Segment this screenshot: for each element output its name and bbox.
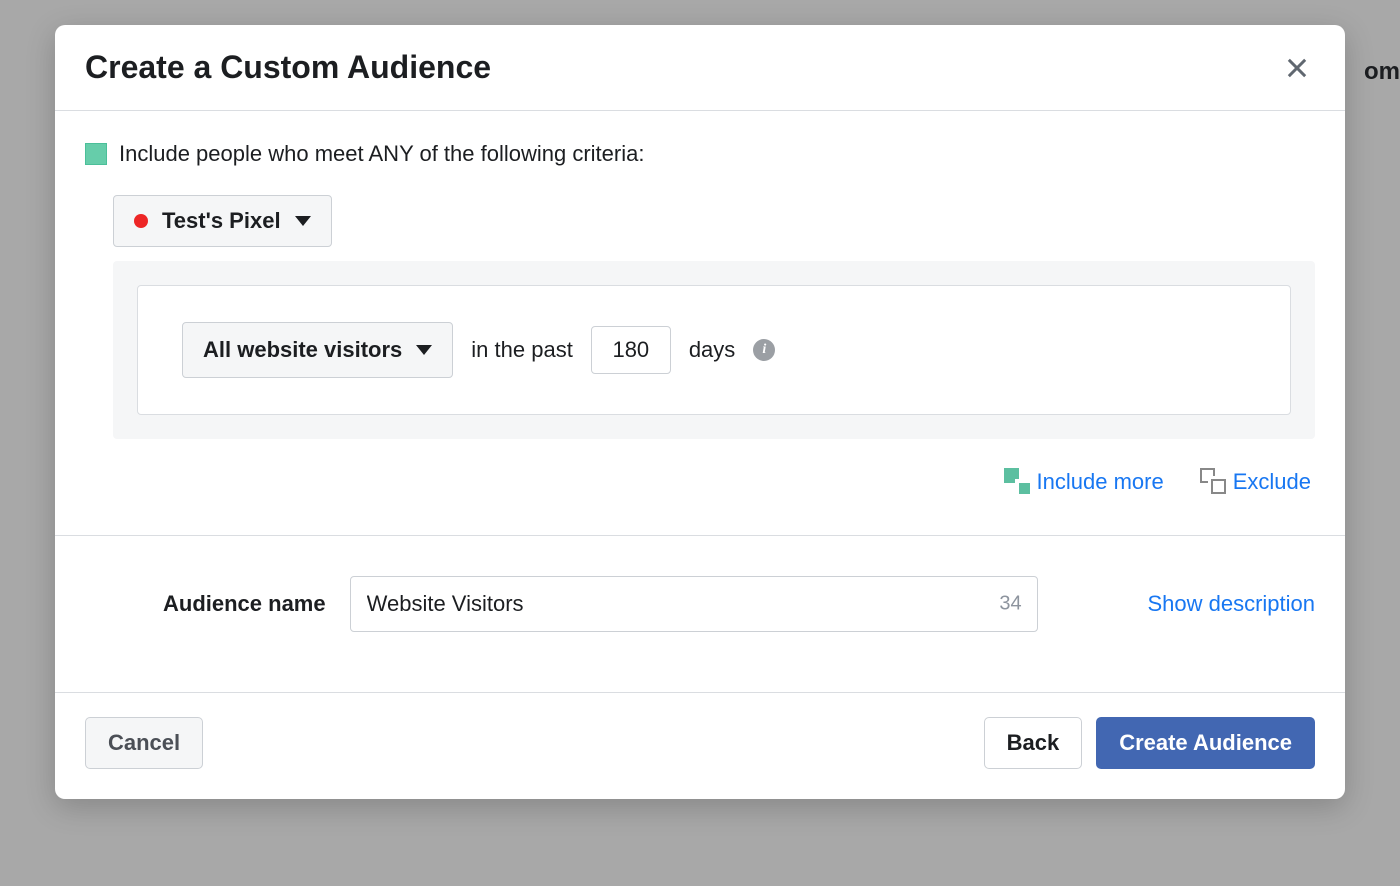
criteria-include-icon xyxy=(85,143,107,165)
modal-footer: Cancel Back Create Audience xyxy=(55,693,1345,799)
criteria-header: Include people who meet ANY of the follo… xyxy=(85,141,1315,167)
modal-title: Create a Custom Audience xyxy=(85,49,491,86)
create-audience-button[interactable]: Create Audience xyxy=(1096,717,1315,769)
visitors-dropdown[interactable]: All website visitors xyxy=(182,322,453,378)
include-more-icon xyxy=(1008,472,1028,492)
chevron-down-icon xyxy=(295,216,311,226)
back-button[interactable]: Back xyxy=(984,717,1083,769)
footer-right-buttons: Back Create Audience xyxy=(984,717,1315,769)
include-more-link[interactable]: Include more xyxy=(1008,469,1164,495)
past-label: in the past xyxy=(471,337,573,363)
visitors-dropdown-label: All website visitors xyxy=(203,337,402,363)
criteria-container: All website visitors in the past days i xyxy=(113,261,1315,439)
days-label: days xyxy=(689,337,735,363)
modal-header: Create a Custom Audience xyxy=(55,25,1345,111)
criteria-header-text: Include people who meet ANY of the follo… xyxy=(119,141,644,167)
exclude-link[interactable]: Exclude xyxy=(1204,469,1311,495)
pixel-dropdown[interactable]: Test's Pixel xyxy=(113,195,332,247)
info-icon[interactable]: i xyxy=(753,339,775,361)
audience-name-input[interactable] xyxy=(350,576,1038,632)
audience-name-label: Audience name xyxy=(163,591,326,617)
backdrop-partial-text: om xyxy=(1364,58,1400,86)
pixel-status-dot-icon xyxy=(134,214,148,228)
audience-name-input-wrap: 34 xyxy=(350,576,1038,632)
action-links-row: Include more Exclude xyxy=(85,469,1315,495)
show-description-link[interactable]: Show description xyxy=(1147,591,1315,617)
criteria-rule-row: All website visitors in the past days i xyxy=(137,285,1291,415)
pixel-dropdown-label: Test's Pixel xyxy=(162,208,281,234)
exclude-icon xyxy=(1204,472,1224,492)
close-button[interactable] xyxy=(1279,50,1315,86)
cancel-button[interactable]: Cancel xyxy=(85,717,203,769)
days-input[interactable] xyxy=(591,326,671,374)
modal-body: Include people who meet ANY of the follo… xyxy=(55,111,1345,536)
include-more-label: Include more xyxy=(1037,469,1164,495)
close-icon xyxy=(1283,54,1311,82)
exclude-label: Exclude xyxy=(1233,469,1311,495)
create-custom-audience-modal: Create a Custom Audience Include people … xyxy=(55,25,1345,799)
chevron-down-icon xyxy=(416,345,432,355)
audience-name-counter: 34 xyxy=(999,593,1021,616)
audience-name-section: Audience name 34 Show description xyxy=(55,536,1345,693)
